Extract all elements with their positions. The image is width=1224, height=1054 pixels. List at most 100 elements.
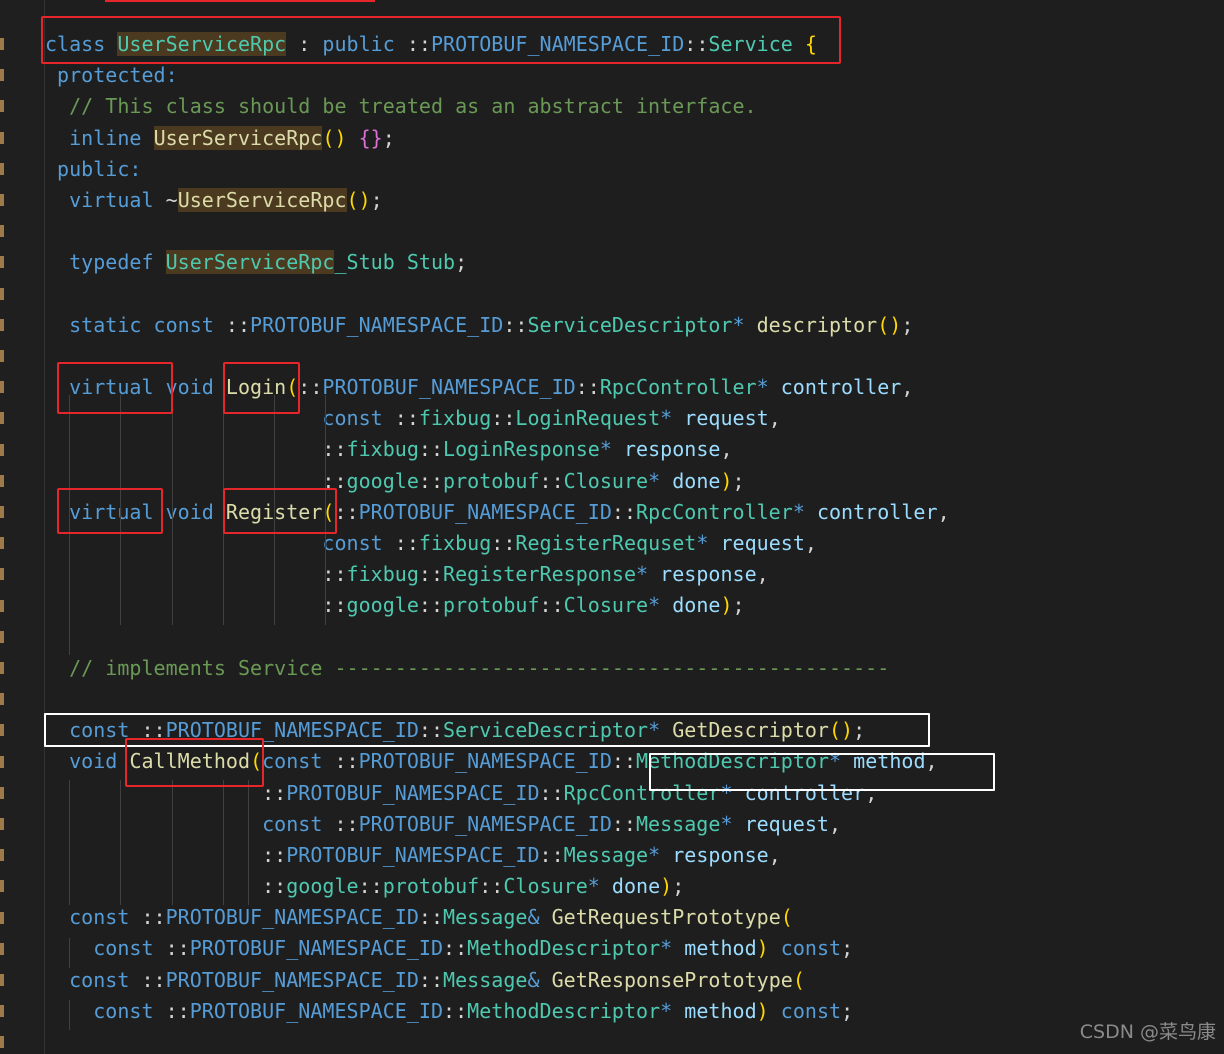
indent-guide [172, 395, 173, 625]
code-token: , [829, 811, 842, 836]
annotation-box-methoddescriptor [649, 753, 995, 791]
code-line[interactable]: const ::fixbug::LoginRequest* request, [45, 403, 1224, 434]
code-line[interactable]: const ::PROTOBUF_NAMESPACE_ID::Message& … [45, 902, 1224, 933]
code-token: RegisterResponse [443, 562, 637, 587]
gutter-marker [0, 724, 4, 737]
gutter-marker [0, 100, 4, 113]
code-line[interactable]: virtual void Register(::PROTOBUF_NAMESPA… [45, 497, 1224, 528]
code-token: request [744, 811, 829, 836]
gutter-marker [0, 412, 4, 425]
code-line[interactable]: ::PROTOBUF_NAMESPACE_ID::Message* respon… [45, 840, 1224, 871]
code-token: UserServiceRpc [153, 125, 323, 150]
code-token: Message [563, 842, 649, 867]
code-token: * [660, 936, 685, 961]
code-token: :: [611, 749, 637, 774]
code-token: method [684, 936, 757, 961]
gutter-marker [0, 474, 4, 487]
code-token: void [45, 749, 130, 774]
code-token: Closure [563, 593, 649, 618]
code-token: * [648, 593, 673, 618]
code-line[interactable]: const ::PROTOBUF_NAMESPACE_ID::Message* … [45, 809, 1224, 840]
code-line[interactable]: ::google::protobuf::Closure* done); [45, 466, 1224, 497]
code-token: const [262, 749, 335, 774]
code-token: Closure [503, 874, 588, 899]
code-line[interactable]: ::google::protobuf::Closure* done); [45, 871, 1224, 902]
code-token: * [720, 811, 745, 836]
code-token: :: [479, 874, 504, 899]
indent-guide [172, 780, 173, 905]
code-token: protected: [45, 63, 178, 88]
gutter-marker [0, 162, 4, 175]
code-token: :: [443, 936, 468, 961]
code-line[interactable]: static const ::PROTOBUF_NAMESPACE_ID::Se… [45, 310, 1224, 341]
code-token: fixbug [346, 562, 419, 587]
code-line[interactable]: inline UserServiceRpc() {}; [45, 123, 1224, 154]
annotation-box-register-virtual [57, 488, 163, 534]
code-token: ) [756, 998, 769, 1023]
code-token: PROTOBUF_NAMESPACE_ID [358, 749, 612, 774]
code-token: Closure [563, 468, 649, 493]
code-editor[interactable]: class UserServiceRpc : public ::PROTOBUF… [45, 0, 1224, 1054]
code-token: ; [732, 468, 745, 493]
code-line[interactable]: const ::PROTOBUF_NAMESPACE_ID::Message& … [45, 965, 1224, 996]
code-line[interactable]: // This class should be treated as an ab… [45, 91, 1224, 122]
code-line[interactable]: const ::fixbug::RegisterRequset* request… [45, 528, 1224, 559]
code-token: Message [443, 905, 528, 930]
code-token: MethodDescriptor [467, 998, 661, 1023]
code-token: () [877, 312, 902, 337]
code-line[interactable]: const ::PROTOBUF_NAMESPACE_ID::MethodDes… [45, 996, 1224, 1027]
code-line[interactable]: protected: [45, 60, 1224, 91]
gutter-marker [0, 381, 4, 394]
code-line[interactable] [45, 622, 1224, 653]
code-line[interactable]: // implements Service ------------------… [45, 653, 1224, 684]
code-token: ) [756, 936, 769, 961]
gutter-marker [0, 568, 4, 581]
code-line[interactable]: typedef UserServiceRpc_Stub Stub; [45, 247, 1224, 278]
annotation-box-class-declaration [41, 16, 841, 64]
gutter-marker [0, 818, 4, 830]
code-token: const [45, 998, 166, 1023]
code-token: fixbug [418, 406, 492, 431]
code-token: ; [841, 998, 854, 1023]
code-line[interactable]: public: [45, 154, 1224, 185]
line-number-gutter [0, 0, 45, 1054]
code-token: * [648, 842, 673, 867]
code-line[interactable]: virtual void Login(::PROTOBUF_NAMESPACE_… [45, 372, 1224, 403]
gutter-marker [0, 786, 4, 799]
code-token: * [599, 437, 624, 462]
indent-guide [69, 938, 70, 968]
gutter-marker [0, 1036, 4, 1049]
gutter-marker [0, 69, 4, 82]
code-token: fixbug [418, 531, 492, 555]
code-token: controller [816, 499, 938, 524]
annotation-box-callmethod [125, 738, 264, 787]
code-line[interactable] [45, 279, 1224, 310]
code-line[interactable]: virtual ~UserServiceRpc(); [45, 185, 1224, 216]
gutter-marker [0, 443, 4, 456]
annotation-box-login-virtual [57, 362, 173, 414]
gutter-marker [0, 662, 4, 674]
code-token: RpcController [599, 375, 757, 400]
code-token: , [768, 406, 781, 431]
code-line[interactable]: ::fixbug::RegisterResponse* response, [45, 559, 1224, 590]
code-line[interactable] [45, 684, 1224, 715]
code-token: ; [841, 936, 854, 961]
code-line[interactable] [45, 341, 1224, 372]
code-token: :: [491, 531, 516, 555]
code-token: :: [165, 998, 190, 1023]
code-token: * [660, 998, 685, 1023]
code-token: :: [394, 531, 419, 555]
gutter-marker [0, 880, 4, 893]
annotation-box-register-name [223, 488, 337, 534]
code-area[interactable]: class UserServiceRpc : public ::PROTOBUF… [45, 29, 1224, 1027]
code-token: const [768, 936, 842, 961]
code-line[interactable] [45, 216, 1224, 247]
code-line[interactable]: ::fixbug::LoginResponse* response, [45, 434, 1224, 465]
code-token: done [611, 874, 661, 899]
code-line[interactable]: ::google::protobuf::Closure* done); [45, 590, 1224, 621]
code-token: UserServiceRpc [177, 187, 347, 212]
gutter-marker [0, 849, 4, 862]
code-token: :: [418, 562, 444, 587]
code-line[interactable]: const ::PROTOBUF_NAMESPACE_ID::MethodDes… [45, 933, 1224, 964]
code-token: () [322, 125, 347, 150]
